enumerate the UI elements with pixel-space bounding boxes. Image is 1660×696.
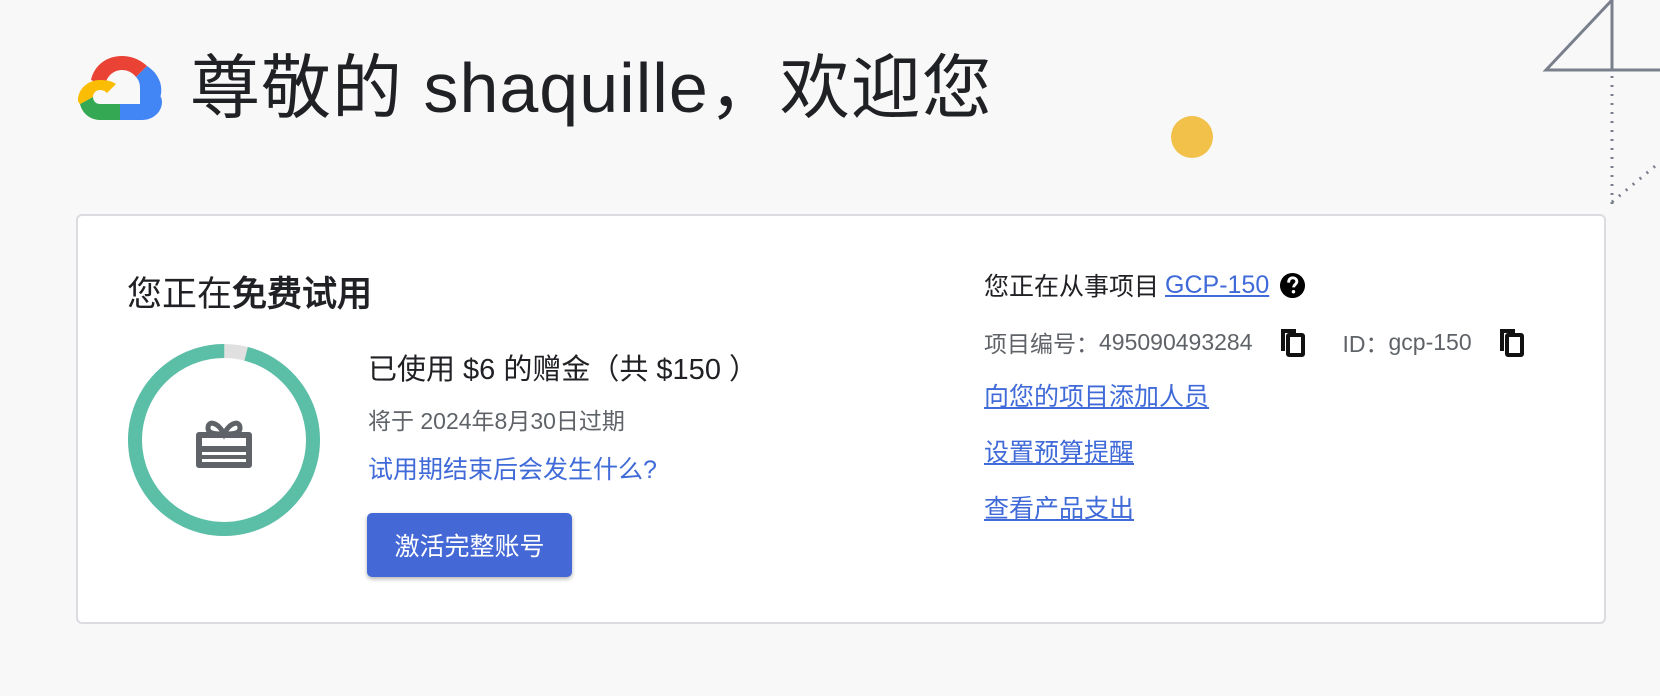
credit-usage-ring [128,344,320,536]
welcome-title: 尊敬的 shaquille，欢迎您 [190,49,993,127]
free-trial-card: 您正在免费试用 已使用 $6 的赠金（共 $150 ） 将于 2024年8月30… [76,214,1606,624]
triangle-decoration [1542,0,1614,72]
add-people-link[interactable]: 向您的项目添加人员 [984,379,1209,415]
copy-project-id-icon[interactable] [1498,327,1524,357]
project-info: 您正在从事项目 GCP-150 项目编号： 495090493284 ID： g… [984,266,1524,527]
project-label: 您正在从事项目 [984,273,1160,301]
credit-usage-text: 已使用 $6 的赠金（共 $150 ） [368,354,758,386]
google-cloud-logo-icon [78,56,162,120]
trial-title-bold: 免费试用 [232,275,373,314]
copy-project-number-icon[interactable] [1279,327,1305,357]
yellow-blob-decoration [1171,116,1213,158]
project-number-label: 项目编号： [984,331,1099,357]
project-meta-line: 项目编号： 495090493284 ID： gcp-150 [984,324,1524,360]
activate-account-button[interactable]: 激活完整账号 [367,513,572,577]
project-line: 您正在从事项目 GCP-150 [984,266,1524,304]
project-id-label: ID： [1342,331,1389,357]
welcome-header: 尊敬的 shaquille，欢迎您 [76,48,993,128]
expiration-text: 将于 2024年8月30日过期 [368,408,625,434]
trial-title-prefix: 您正在 [127,275,233,314]
project-name-link[interactable]: GCP-150 [1165,271,1269,300]
trial-end-faq-link[interactable]: 试用期结束后会发生什么? [368,450,657,486]
trial-title: 您正在免费试用 [127,266,372,317]
budget-alert-link[interactable]: 设置预算提醒 [984,435,1134,471]
project-id: gcp-150 [1388,328,1472,355]
gift-card-icon [196,420,252,468]
help-icon[interactable] [1279,272,1306,299]
product-spend-link[interactable]: 查看产品支出 [984,491,1134,527]
project-number: 495090493284 [1099,328,1253,355]
